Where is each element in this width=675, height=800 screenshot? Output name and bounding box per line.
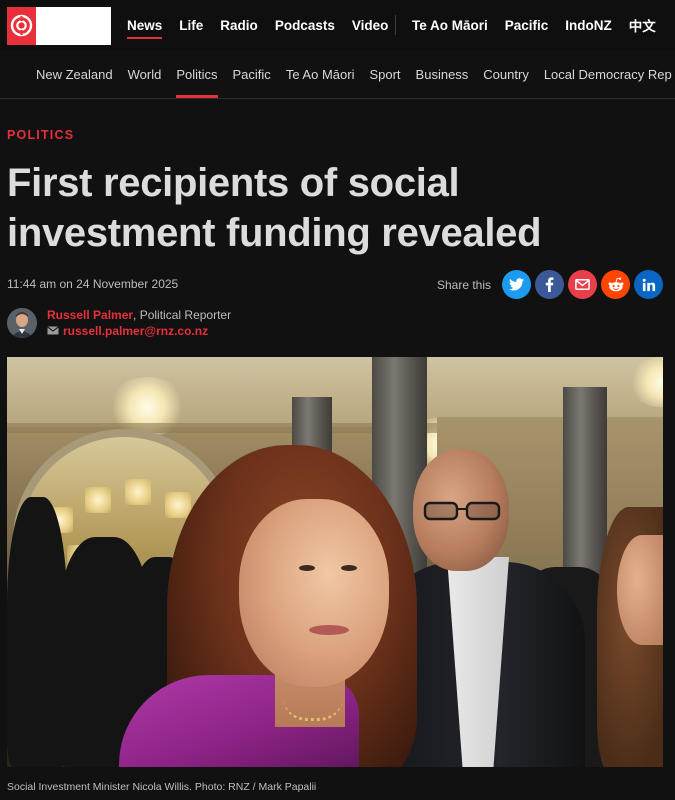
author-name[interactable]: Russell Palmer xyxy=(47,308,133,322)
headline-line-1: First recipients of social xyxy=(7,161,460,205)
article-kicker[interactable]: POLITICS xyxy=(7,128,74,142)
hero-photo xyxy=(7,357,663,767)
secondary-nav: Te Ao Māori Pacific IndoNZ 中文 xyxy=(412,0,673,50)
section-world[interactable]: World xyxy=(128,67,162,82)
section-local-democracy[interactable]: Local Democracy Rep xyxy=(544,67,672,82)
photo-window-pane xyxy=(85,487,111,513)
headline-line-2: investment funding revealed xyxy=(7,211,542,255)
photo-woman-face xyxy=(239,499,389,687)
nav-indonz[interactable]: IndoNZ xyxy=(565,18,612,33)
nav-life[interactable]: Life xyxy=(179,18,203,33)
site-logo[interactable] xyxy=(7,7,111,45)
nav-news[interactable]: News xyxy=(127,18,163,39)
section-te-ao-maori[interactable]: Te Ao Māori xyxy=(286,67,355,82)
section-pacific[interactable]: Pacific xyxy=(233,67,271,82)
author-line: Russell Palmer, Political Reporter xyxy=(47,308,231,322)
section-sport[interactable]: Sport xyxy=(369,67,400,82)
photo-window-pane xyxy=(165,492,191,518)
photo-man-glasses xyxy=(423,501,501,521)
nav-chinese[interactable]: 中文 xyxy=(629,15,656,35)
facebook-icon[interactable] xyxy=(535,270,564,299)
nav-radio[interactable]: Radio xyxy=(220,18,258,33)
share-bar: Share this xyxy=(437,270,663,299)
photo-woman-lips xyxy=(309,625,349,635)
envelope-icon xyxy=(47,324,59,338)
nav-pacific[interactable]: Pacific xyxy=(505,18,549,33)
reddit-icon[interactable] xyxy=(601,270,630,299)
email-icon[interactable] xyxy=(568,270,597,299)
article-headline: First recipients of social investment fu… xyxy=(7,158,647,258)
author-email[interactable]: russell.palmer@rnz.co.nz xyxy=(63,324,208,338)
share-label: Share this xyxy=(436,277,491,292)
nav-te-ao-maori[interactable]: Te Ao Māori xyxy=(412,18,488,33)
author-role: , Political Reporter xyxy=(133,308,232,322)
rnz-logo-icon xyxy=(7,7,36,45)
photo-woman-right-face xyxy=(617,535,663,645)
section-country[interactable]: Country xyxy=(483,67,529,82)
photo-woman-eye xyxy=(341,565,357,571)
nav-divider xyxy=(395,15,396,35)
section-navigation: New Zealand World Politics Pacific Te Ao… xyxy=(0,50,675,99)
section-business[interactable]: Business xyxy=(416,67,469,82)
section-new-zealand[interactable]: New Zealand xyxy=(36,67,113,82)
author-avatar[interactable] xyxy=(7,308,37,338)
photo-window-pane xyxy=(125,479,151,505)
top-navigation: News Life Radio Podcasts Video Te Ao Māo… xyxy=(0,0,675,50)
article-timestamp: 11:44 am on 24 November 2025 xyxy=(7,277,179,291)
section-links: New Zealand World Politics Pacific Te Ao… xyxy=(36,50,675,98)
nav-podcasts[interactable]: Podcasts xyxy=(275,18,335,33)
nav-video[interactable]: Video xyxy=(352,18,389,33)
primary-nav: News Life Radio Podcasts Video xyxy=(127,0,405,50)
photo-caption: Social Investment Minister Nicola Willis… xyxy=(7,781,317,793)
photo-woman-eye xyxy=(299,565,315,571)
author-byline: Russell Palmer, Political Reporter russe… xyxy=(7,308,407,338)
linkedin-icon[interactable] xyxy=(634,270,663,299)
twitter-icon[interactable] xyxy=(502,270,531,299)
section-politics[interactable]: Politics xyxy=(176,67,218,98)
author-email-line: russell.palmer@rnz.co.nz xyxy=(47,324,208,338)
